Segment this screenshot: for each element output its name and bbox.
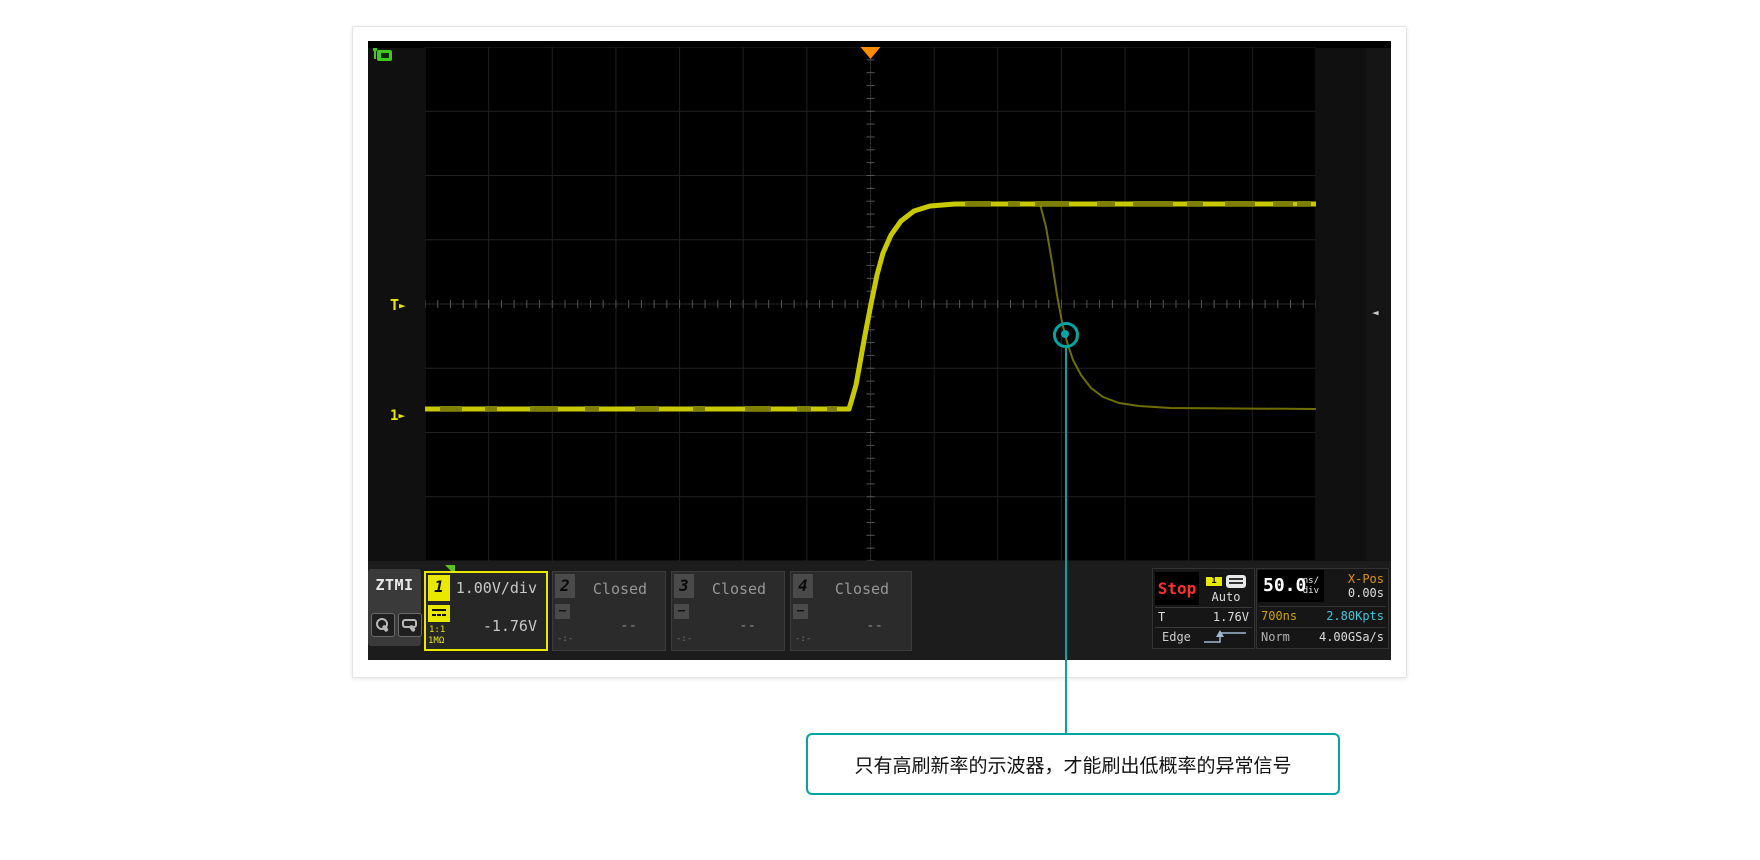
trigger-status-panel: Stop 1 Auto T 1.76V Edge: [1152, 568, 1255, 649]
rising-edge-icon: [1201, 629, 1249, 646]
channel-2-sub: -:-: [557, 634, 573, 644]
channel-2-chip: 2: [555, 574, 575, 598]
annotation-text: 只有高刷新率的示波器，才能刷出低概率的异常信号: [854, 751, 1291, 778]
channel-4-status: Closed: [813, 580, 911, 598]
sample-rate: 4.00GSa/s: [1319, 630, 1384, 644]
screenshot-card: T► 1► ◄ ZTMI: [352, 26, 1407, 678]
channel-3-coupling-chip: –: [674, 604, 689, 619]
connection-status-icon: [372, 47, 393, 62]
channel-2-value: --: [620, 618, 637, 634]
channel-4-value: --: [866, 618, 883, 634]
channel-3-sub: -:-: [676, 634, 692, 644]
channel-1-impedance: 1MΩ: [428, 636, 444, 646]
page: { "annotation": { "text": "只有高刷新率的示波器，才能…: [0, 0, 1760, 860]
channel-marker-arrow-icon: ►: [398, 409, 405, 422]
channel-1-scale: 1.00V/div: [456, 579, 537, 597]
annotation-callout: 只有高刷新率的示波器，才能刷出低概率的异常信号: [806, 733, 1340, 795]
channel1-position-marker[interactable]: 1►: [390, 407, 405, 425]
channel-1-offset: -1.76V: [483, 617, 537, 635]
channel-3-button[interactable]: 3 Closed – -- -:-: [671, 571, 785, 651]
pointer-icon: [375, 617, 391, 633]
channel-2-coupling-chip: –: [555, 604, 570, 619]
memory-depth: 2.80Kpts: [1326, 609, 1384, 623]
trigger-source-chip: 1: [1206, 575, 1222, 588]
scope-bottom-bar: ZTMI: [368, 561, 1391, 660]
trigger-marker-label: T: [390, 296, 399, 314]
oscilloscope-screen: T► 1► ◄ ZTMI: [368, 41, 1391, 660]
xpos-label: X-Pos: [1348, 572, 1384, 586]
trigger-type[interactable]: Edge: [1162, 630, 1191, 644]
channel-1-probe-ratio: 1:1: [429, 625, 445, 635]
annotation-target-circle: [1053, 322, 1079, 348]
tap-icon: [402, 617, 418, 633]
timebase-scale: 50.0: [1263, 575, 1306, 596]
menu-collapse-arrow-icon[interactable]: ◄: [1372, 306, 1379, 319]
waveform-display: [425, 47, 1316, 561]
trigger-level-marker[interactable]: T►: [390, 296, 406, 315]
channel-3-value: --: [739, 618, 756, 634]
channel-1-chip: 1: [428, 575, 450, 601]
channel-2-button[interactable]: 2 Closed – -- -:-: [552, 571, 666, 651]
trigger-marker-arrow-icon: ►: [399, 299, 406, 312]
xpos-value: 0.00s: [1348, 586, 1384, 600]
timebase-panel: 50.0 ns/ div X-Pos 0.00s 700ns 2.80Kpts …: [1256, 568, 1389, 649]
trigger-level-value: 1.76V: [1213, 610, 1249, 624]
channel-4-coupling-chip: –: [793, 604, 808, 619]
channel-3-chip: 3: [674, 574, 694, 598]
timebase-unit: ns/ div: [1303, 576, 1319, 596]
waveform-svg: [425, 47, 1316, 561]
channel-1-button[interactable]: 1 1.00V/div -1.76V 1:1 1MΩ: [424, 571, 548, 651]
channel-2-status: Closed: [575, 580, 665, 598]
channel-4-button[interactable]: 4 Closed – -- -:-: [790, 571, 912, 651]
channel-4-sub: -:-: [795, 634, 811, 644]
brand-box: ZTMI: [368, 569, 421, 646]
run-stop-indicator[interactable]: Stop: [1155, 572, 1199, 605]
display-mode-icon: [1226, 575, 1246, 588]
annotation-connector-line: [1065, 348, 1067, 733]
trigger-level-label: T: [1158, 610, 1165, 624]
capture-window: 700ns: [1261, 609, 1297, 623]
channel-4-chip: 4: [793, 574, 813, 598]
acquisition-mode: Norm: [1261, 630, 1290, 644]
pointer-tool-button[interactable]: [371, 613, 395, 637]
side-menu-strip: ◄: [1366, 48, 1391, 561]
channel-3-status: Closed: [694, 580, 784, 598]
dc-coupling-icon: [428, 605, 450, 622]
brand-logo: ZTMI: [368, 569, 421, 594]
touch-tool-button[interactable]: [398, 613, 422, 637]
trigger-mode[interactable]: Auto: [1201, 590, 1251, 604]
timebase-scale-box[interactable]: 50.0 ns/ div: [1258, 570, 1324, 602]
